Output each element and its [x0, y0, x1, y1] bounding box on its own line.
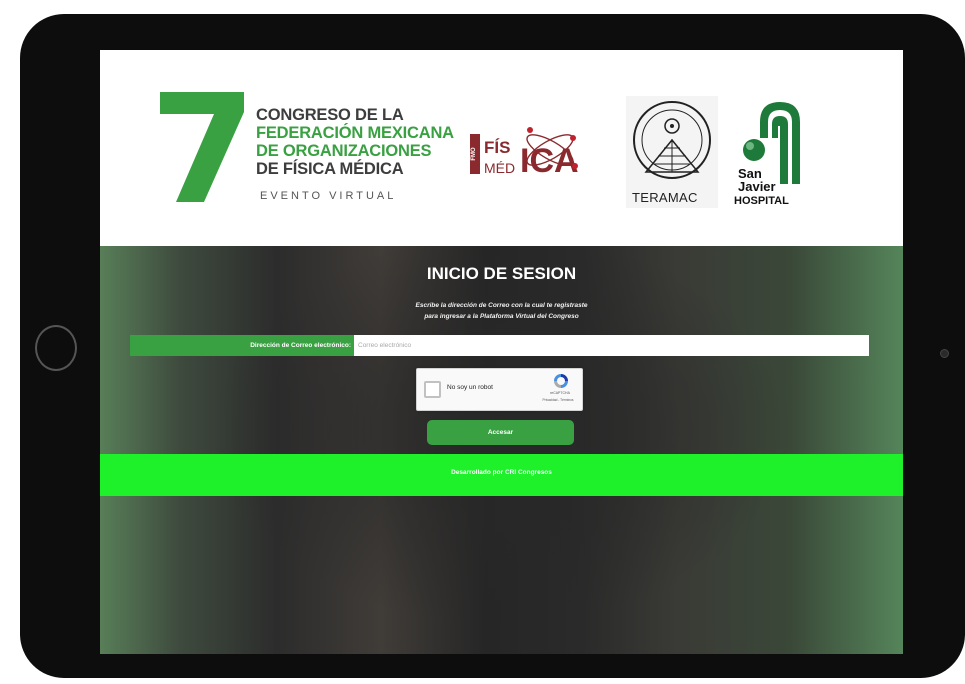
email-row: Dirección de Correo electrónico: [130, 335, 869, 356]
page-header: CONGRESO DE LA FEDERACIÓN MEXICANA DE OR… [100, 50, 903, 246]
evento-virtual-label: EVENTO VIRTUAL [260, 190, 397, 202]
congress-title-line2: FEDERACIÓN MEXICANA [256, 124, 454, 142]
javier-text: Javier [738, 179, 776, 194]
hospital-text: HOSPITAL [734, 195, 789, 207]
tablet-home-button [35, 325, 77, 371]
email-label: Dirección de Correo electrónico: [130, 335, 354, 356]
congress-title-line1: CONGRESO DE LA [256, 106, 404, 124]
access-button[interactable]: Accesar [427, 420, 574, 445]
login-instructions: Escribe la dirección de Correo con la cu… [100, 300, 903, 322]
congress-title: CONGRESO DE LA FEDERACIÓN MEXICANA DE OR… [256, 106, 454, 178]
login-title: INICIO DE SESION [426, 264, 577, 283]
san-javier-hospital-logo: San Javier HOSPITAL [734, 102, 800, 207]
footer-prefix: Desarrollado por [451, 469, 504, 476]
page-footer: Desarrollado por CRI Congresos [100, 454, 903, 496]
fmo-vertical-text: FMO [471, 147, 477, 161]
recaptcha-brand: reCAPTCHA [550, 391, 570, 395]
fmo-fisica-medica-logo: FMO FÍS MÉD ICA [470, 127, 579, 180]
recaptcha-label: No soy un robot [447, 384, 493, 391]
login-section: INICIO DE SESION Escribe la dirección de… [100, 246, 903, 654]
congress-title-line4: DE FÍSICA MÉDICA [256, 160, 404, 178]
tablet-camera [940, 349, 949, 358]
recaptcha-checkbox[interactable] [424, 381, 441, 398]
teramac-label: TERAMAC [632, 190, 698, 205]
recaptcha-widget: No soy un robot reCAPTCHA Privacidad - T… [416, 368, 583, 411]
email-input[interactable] [354, 335, 869, 356]
congress-number-logo [160, 92, 244, 202]
recaptcha-icon [554, 374, 568, 388]
login-instructions-line2: para ingresar a la Plataforma Virtual de… [424, 313, 579, 320]
congress-title-line3: DE ORGANIZACIONES [256, 142, 432, 160]
login-instructions-line1: Escribe la dirección de Correo con la cu… [415, 302, 588, 309]
fis-text: FÍS [484, 138, 510, 157]
web-page: CONGRESO DE LA FEDERACIÓN MEXICANA DE OR… [100, 50, 903, 654]
footer-developer-link[interactable]: CRI Congresos [505, 469, 552, 476]
med-text: MÉD [484, 160, 515, 176]
recaptcha-links[interactable]: Privacidad - Términos [533, 398, 583, 402]
